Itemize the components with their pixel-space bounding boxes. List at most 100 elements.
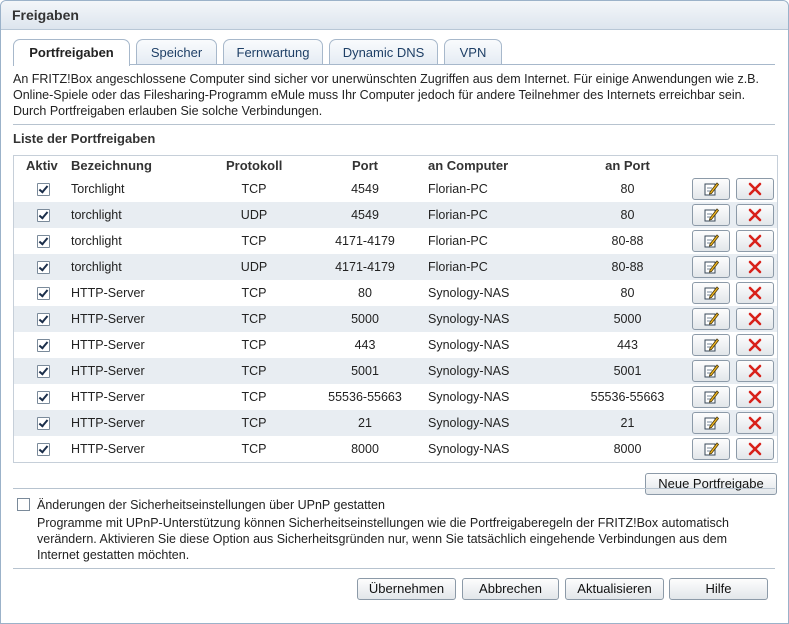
delete-button[interactable]	[736, 386, 774, 408]
cell-protokoll: TCP	[241, 234, 267, 248]
cell-an-computer: Synology-NAS	[428, 312, 510, 326]
edit-button[interactable]	[692, 386, 730, 408]
cell-bezeichnung: torchlight	[71, 234, 122, 248]
edit-button[interactable]	[692, 204, 730, 226]
cancel-button[interactable]: Abbrechen	[462, 578, 559, 600]
table-row: HTTP-Server TCP 8000 Synology-NAS 8000	[14, 436, 777, 462]
cell-an-computer: Florian-PC	[428, 182, 488, 196]
cell-an-port: 80	[620, 208, 635, 222]
active-checkbox[interactable]	[37, 417, 50, 430]
cell-an-port: 80	[620, 286, 635, 300]
cell-protokoll: UDP	[240, 260, 268, 274]
upnp-description: Programme mit UPnP-Unterstützung können …	[37, 516, 729, 562]
active-checkbox[interactable]	[37, 287, 50, 300]
cell-an-computer: Synology-NAS	[428, 442, 510, 456]
cell-port: 5001	[351, 364, 379, 378]
table-row: Torchlight TCP 4549 Florian-PC 80	[14, 176, 777, 202]
cell-bezeichnung: HTTP-Server	[71, 338, 145, 352]
cell-port: 4171-4179	[335, 234, 395, 248]
delete-button[interactable]	[736, 204, 774, 226]
cell-an-computer: Synology-NAS	[428, 364, 510, 378]
active-checkbox[interactable]	[37, 235, 50, 248]
edit-button[interactable]	[692, 360, 730, 382]
cell-an-port: 5000	[613, 312, 642, 326]
cell-port: 4549	[351, 208, 379, 222]
cell-an-port: 5001	[613, 364, 642, 378]
cell-an-port: 443	[617, 338, 638, 352]
table-row: HTTP-Server TCP 5001 Synology-NAS 5001	[14, 358, 777, 384]
table-row: HTTP-Server TCP 5000 Synology-NAS 5000	[14, 306, 777, 332]
cell-an-computer: Florian-PC	[428, 260, 488, 274]
active-checkbox[interactable]	[37, 313, 50, 326]
cell-protokoll: TCP	[241, 442, 267, 456]
edit-button[interactable]	[692, 178, 730, 200]
cell-an-port: 8000	[613, 442, 642, 456]
delete-button[interactable]	[736, 178, 774, 200]
intro-text: An FRITZ!Box angeschlossene Computer sin…	[13, 72, 759, 118]
active-checkbox[interactable]	[37, 443, 50, 456]
cell-an-computer: Florian-PC	[428, 208, 488, 222]
edit-button[interactable]	[692, 438, 730, 460]
active-checkbox[interactable]	[37, 391, 50, 404]
cell-port: 80	[358, 286, 372, 300]
tab-dynamic-dns[interactable]: Dynamic DNS	[329, 39, 438, 65]
col-aktiv: Aktiv	[26, 158, 58, 173]
cell-an-port: 80-88	[611, 260, 644, 274]
new-portfreigabe-button[interactable]: Neue Portfreigabe	[645, 473, 777, 495]
active-checkbox[interactable]	[37, 339, 50, 352]
delete-button[interactable]	[736, 438, 774, 460]
cell-port: 4171-4179	[335, 260, 395, 274]
divider-bottom	[13, 568, 775, 569]
active-checkbox[interactable]	[37, 365, 50, 378]
cell-protokoll: TCP	[241, 364, 267, 378]
apply-button[interactable]: Übernehmen	[357, 578, 456, 600]
cell-port: 8000	[351, 442, 379, 456]
cell-an-port: 21	[620, 416, 635, 430]
cell-protokoll: TCP	[241, 416, 267, 430]
refresh-button[interactable]: Aktualisieren	[565, 578, 664, 600]
tab-portfreigaben[interactable]: Portfreigaben	[13, 39, 130, 66]
delete-button[interactable]	[736, 256, 774, 278]
edit-button[interactable]	[692, 256, 730, 278]
tab-speicher[interactable]: Speicher	[136, 39, 217, 65]
edit-button[interactable]	[692, 282, 730, 304]
help-button[interactable]: Hilfe	[669, 578, 768, 600]
cell-protokoll: TCP	[241, 312, 267, 326]
col-protokoll: Protokoll	[226, 158, 283, 173]
table-row: HTTP-Server TCP 55536-55663 Synology-NAS 555…	[14, 384, 777, 410]
active-checkbox[interactable]	[37, 261, 50, 274]
upnp-checkbox[interactable]	[17, 498, 30, 511]
cell-an-computer: Florian-PC	[428, 234, 488, 248]
edit-button[interactable]	[692, 334, 730, 356]
cell-protokoll: TCP	[241, 338, 267, 352]
table-row: torchlight UDP 4549 Florian-PC 80	[14, 202, 777, 228]
table-header: Aktiv Bezeichnung Protokoll Port an Comp…	[14, 156, 777, 176]
active-checkbox[interactable]	[37, 209, 50, 222]
edit-button[interactable]	[692, 412, 730, 434]
tab-fernwartung[interactable]: Fernwartung	[223, 39, 323, 65]
cell-an-port: 55536-55663	[590, 390, 665, 404]
edit-button[interactable]	[692, 308, 730, 330]
upnp-label: Änderungen der Sicherheitseinstellungen …	[37, 498, 385, 512]
cell-an-computer: Synology-NAS	[428, 390, 510, 404]
cell-an-port: 80	[620, 182, 635, 196]
table-row: torchlight TCP 4171-4179 Florian-PC 80-88	[14, 228, 777, 254]
table-row: HTTP-Server TCP 21 Synology-NAS 21	[14, 410, 777, 436]
col-an-computer: an Computer	[428, 158, 509, 173]
table-row: torchlight UDP 4171-4179 Florian-PC 80-88	[14, 254, 777, 280]
delete-button[interactable]	[736, 334, 774, 356]
delete-button[interactable]	[736, 230, 774, 252]
active-checkbox[interactable]	[37, 183, 50, 196]
delete-button[interactable]	[736, 360, 774, 382]
divider-top	[13, 124, 775, 125]
delete-button[interactable]	[736, 412, 774, 434]
delete-button[interactable]	[736, 282, 774, 304]
delete-button[interactable]	[736, 308, 774, 330]
tab-vpn[interactable]: VPN	[444, 39, 502, 65]
col-an-port: an Port	[605, 158, 650, 173]
edit-button[interactable]	[692, 230, 730, 252]
divider-middle	[13, 488, 775, 489]
cell-port: 4549	[351, 182, 379, 196]
cell-an-computer: Synology-NAS	[428, 416, 510, 430]
cell-bezeichnung: Torchlight	[71, 182, 125, 196]
